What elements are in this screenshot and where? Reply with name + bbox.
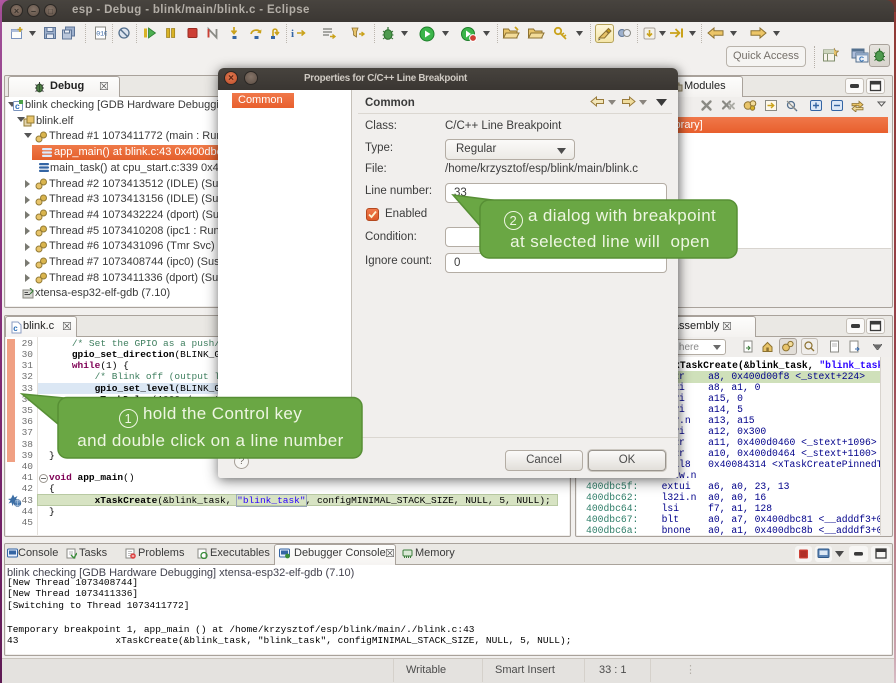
svg-text:010: 010 xyxy=(96,31,107,38)
svg-text:C: C xyxy=(859,57,864,64)
svg-text:i: i xyxy=(291,28,294,40)
svg-text:c: c xyxy=(13,324,18,333)
